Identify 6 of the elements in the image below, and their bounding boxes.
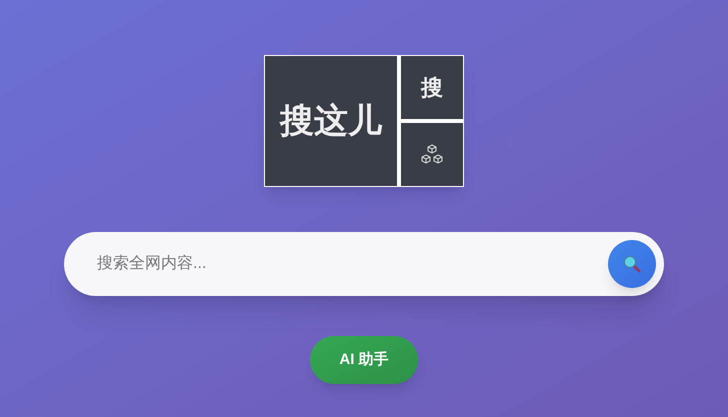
ai-assistant-button[interactable]: AI 助手 — [310, 336, 418, 384]
search-field[interactable]: 搜索全网内容... — [64, 232, 664, 296]
logo-text: 搜 — [421, 74, 443, 102]
search-icon — [623, 255, 641, 273]
cubes-icon — [420, 144, 444, 166]
logo-text: 搜这儿 — [280, 100, 382, 142]
